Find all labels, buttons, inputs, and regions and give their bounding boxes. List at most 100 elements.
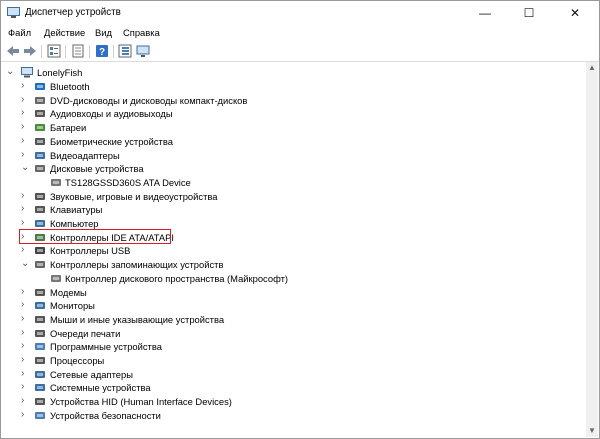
speaker-icon: [35, 192, 45, 200]
chevron-right-icon[interactable]: ›: [21, 217, 24, 228]
tree-icon[interactable]: [117, 43, 133, 59]
vertical-scrollbar[interactable]: ▲ ▼: [586, 62, 598, 437]
chevron-right-icon[interactable]: ›: [21, 135, 24, 146]
window-title: Диспетчер устройств: [25, 7, 121, 18]
chevron-right-icon[interactable]: ›: [21, 381, 24, 392]
tree-view-icon[interactable]: [46, 43, 62, 59]
device-tree[interactable]: ⌄ LonelyFish › Bluetooth › DVD-дисководы и …: [1, 62, 585, 438]
chevron-right-icon[interactable]: ›: [21, 313, 24, 324]
monitor-icon: [35, 302, 45, 310]
svg-text:?: ?: [99, 47, 105, 58]
chevron-right-icon[interactable]: ›: [21, 368, 24, 379]
chevron-right-icon[interactable]: ›: [21, 409, 24, 420]
menu-view[interactable]: Вид: [95, 27, 112, 38]
tree-item[interactable]: › Сетевые адаптеры: [1, 368, 581, 382]
tree-item-label: TS128GSSD360S ATA Device: [65, 176, 191, 188]
monitor-icon[interactable]: [135, 43, 151, 59]
menu-file[interactable]: Файл: [8, 27, 31, 38]
modem-icon: [35, 288, 45, 296]
tree-item[interactable]: › Очереди печати: [1, 327, 581, 341]
chevron-right-icon[interactable]: ›: [21, 299, 24, 310]
fingerprint-icon: [35, 137, 45, 145]
minimize-button[interactable]: —: [463, 2, 507, 24]
help-icon[interactable]: ?: [94, 43, 110, 59]
tree-item-label: Bluetooth: [50, 81, 90, 92]
chevron-right-icon[interactable]: ›: [21, 244, 24, 255]
tree-item-label: Устройства HID (Human Interface Devices): [50, 396, 232, 408]
chevron-right-icon[interactable]: ›: [21, 395, 24, 406]
chevron-down-icon[interactable]: ⌄: [21, 162, 29, 173]
scroll-down-icon[interactable]: ▼: [588, 426, 596, 435]
chevron-right-icon[interactable]: ›: [21, 354, 24, 365]
chevron-right-icon[interactable]: ›: [21, 203, 24, 214]
maximize-button[interactable]: ☐: [507, 2, 551, 24]
hid-icon: [35, 398, 45, 406]
tree-item[interactable]: › Процессоры: [1, 354, 581, 368]
toolbar-separator: [89, 45, 90, 58]
chevron-down-icon[interactable]: ⌄: [6, 66, 14, 77]
tree-item-label: Клавиатуры: [50, 204, 103, 216]
device-manager-icon: [7, 7, 20, 18]
tree-item-label: Звуковые, игровые и видеоустройства: [50, 190, 218, 202]
tree-item-label: Сетевые адаптеры: [50, 368, 133, 380]
menu-action[interactable]: Действие: [44, 27, 85, 38]
tree-item[interactable]: › DVD-дисководы и дисководы компакт-диско…: [1, 94, 581, 108]
tree-item[interactable]: › Видеоадаптеры: [1, 149, 581, 163]
chevron-right-icon[interactable]: ›: [21, 94, 24, 105]
tree-item-label: Контроллеры USB: [50, 245, 131, 257]
forward-icon[interactable]: [22, 43, 38, 59]
tree-item[interactable]: › Мониторы: [1, 299, 581, 313]
properties-icon[interactable]: [70, 43, 86, 59]
title-bar[interactable]: Диспетчер устройств — ☐ ✕: [1, 1, 599, 25]
chevron-down-icon[interactable]: ⌄: [21, 258, 29, 269]
tree-item[interactable]: ⌄ Дисковые устройства: [1, 162, 581, 176]
tree-item[interactable]: Контроллер дискового пространства (Майкр…: [1, 272, 581, 286]
chevron-right-icon[interactable]: ›: [21, 340, 24, 351]
tree-item-label: Батареи: [50, 122, 87, 134]
storage-controller-icon: [35, 261, 45, 269]
tree-item[interactable]: › Аудиовходы и аудиовыходы: [1, 107, 581, 121]
tree-item-label: Компьютер: [50, 218, 99, 229]
chevron-right-icon[interactable]: ›: [21, 121, 24, 132]
tree-item-label: Очереди печати: [50, 327, 121, 339]
network-adapter-icon: [35, 370, 45, 378]
tree-item-label: Контроллер дискового пространства (Майкр…: [65, 272, 288, 284]
tree-item[interactable]: › Bluetooth: [1, 80, 581, 94]
tree-item[interactable]: ⌄ Контроллеры запоминающих устройств: [1, 258, 581, 272]
tree-item[interactable]: TS128GSSD360S ATA Device: [1, 176, 581, 190]
tree-item[interactable]: › Устройства HID (Human Interface Devices…: [1, 395, 581, 409]
tree-item[interactable]: › Клавиатуры: [1, 203, 581, 217]
tree-item[interactable]: › Мыши и иные указывающие устройства: [1, 313, 581, 327]
menu-help[interactable]: Справка: [123, 27, 160, 38]
chevron-right-icon[interactable]: ›: [21, 327, 24, 338]
tree-item[interactable]: › Батареи: [1, 121, 581, 135]
tree-item[interactable]: › Программные устройства: [1, 340, 581, 354]
tree-item-label: Модемы: [50, 286, 87, 298]
chevron-right-icon[interactable]: ›: [21, 286, 24, 297]
close-button[interactable]: ✕: [553, 2, 597, 24]
system-device-icon: [35, 384, 45, 392]
tree-item-label: Устройства безопасности: [50, 409, 161, 421]
tree-item[interactable]: › Модемы: [1, 286, 581, 300]
tree-item[interactable]: › Звуковые, игровые и видеоустройства: [1, 190, 581, 204]
audio-icon: [35, 110, 45, 118]
tree-item-label: Аудиовходы и аудиовыходы: [50, 108, 173, 120]
chevron-right-icon[interactable]: ›: [21, 107, 24, 118]
tree-item[interactable]: › Системные устройства: [1, 381, 581, 395]
computer-icon: [35, 220, 45, 227]
chevron-right-icon[interactable]: ›: [21, 80, 24, 91]
toolbar-separator: [65, 45, 66, 58]
tree-item[interactable]: › Биометрические устройства: [1, 135, 581, 149]
storage-icon: [51, 274, 61, 282]
tree-root[interactable]: ⌄ LonelyFish: [1, 66, 581, 80]
tree-item-label: Системные устройства: [50, 382, 151, 394]
tree-item-label: Мониторы: [50, 300, 95, 312]
tree-item[interactable]: › Устройства безопасности: [1, 409, 581, 423]
back-icon[interactable]: [5, 43, 21, 59]
highlight-box: [19, 229, 171, 244]
chevron-right-icon[interactable]: ›: [21, 190, 24, 201]
chevron-right-icon[interactable]: ›: [21, 149, 24, 160]
tree-item[interactable]: › Контроллеры USB: [1, 244, 581, 258]
scroll-up-icon[interactable]: ▲: [588, 63, 596, 72]
tree-item-label: Программные устройства: [50, 341, 162, 353]
